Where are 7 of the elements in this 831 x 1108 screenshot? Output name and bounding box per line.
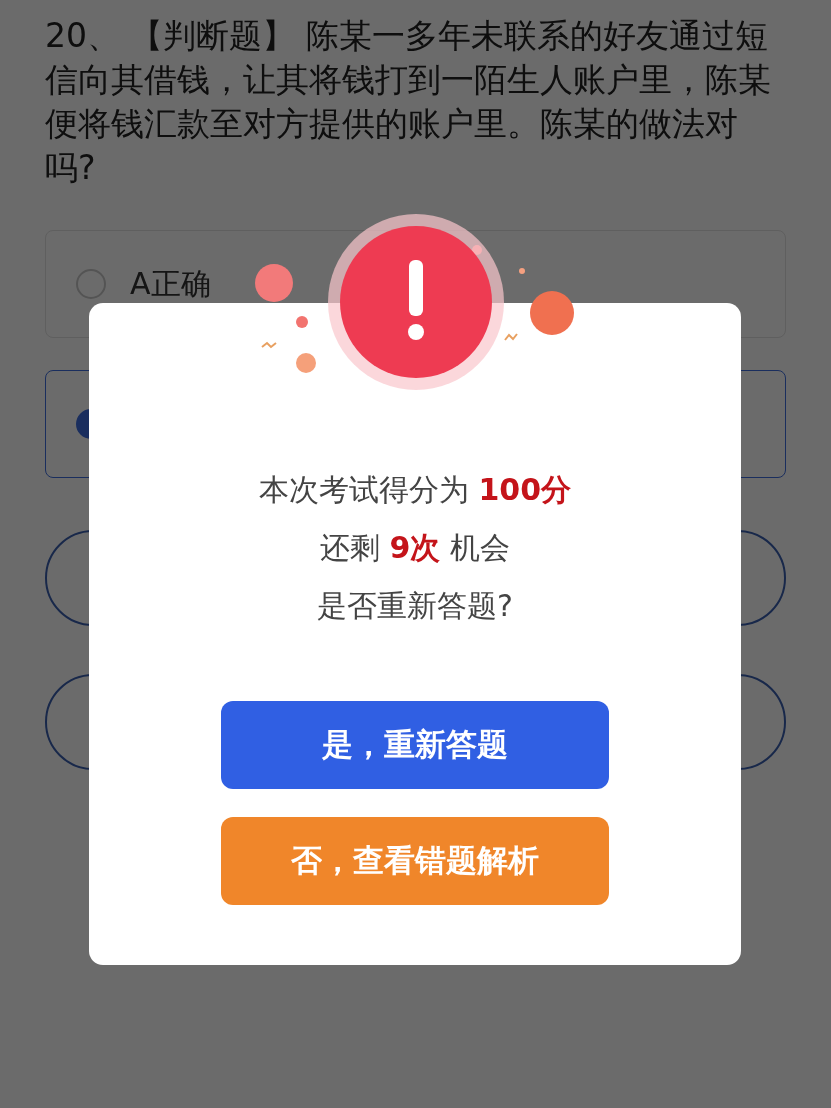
dialog-text: 还剩 9次 机会 [320,529,510,567]
question-text: 20、 【判断题】 陈某一多年未联系的好友通过短信向其借钱，让其将钱打到一陌生人账户里，陈某便将钱汇款至对方提供的账户里。陈某的做法对吗? [45,15,772,189]
dialog-button[interactable]: 否，查看错题解析 [221,817,609,905]
option-label: A正确 [130,264,211,303]
dialog-button[interactable]: 是，重新答题 [221,701,609,789]
dialog-text: 是否重新答题? [317,587,513,625]
dialog-text: 本次考试得分为 100分 [258,471,572,509]
